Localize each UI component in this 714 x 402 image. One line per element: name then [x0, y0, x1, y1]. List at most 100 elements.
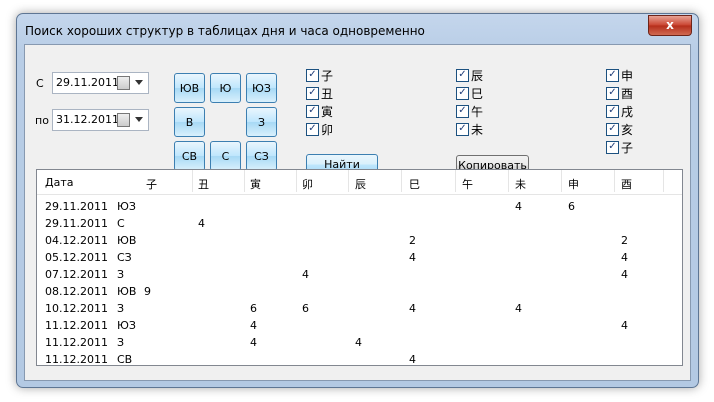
cell-date: 04.12.2011: [45, 234, 108, 247]
cell-value: 4: [621, 251, 628, 264]
column-separator[interactable]: [401, 170, 402, 192]
table-row[interactable]: 05.12.2011 СЗ 4 4: [37, 249, 682, 266]
cell-date: 29.11.2011: [45, 217, 108, 230]
checkbox-check-icon: ✓: [606, 123, 619, 136]
date-from-label: С: [36, 77, 44, 90]
column-header[interactable]: 酉: [621, 176, 632, 192]
cell-value: 4: [250, 319, 257, 332]
table-row[interactable]: 11.12.2011 СВ 4: [37, 351, 682, 366]
cell-direction: З: [117, 336, 125, 349]
column-separator[interactable]: [244, 170, 245, 192]
results-table[interactable]: Дата 子 丑 寅 卯 辰 巳 午 未 申 酉 29.11.2011 ЮЗ 4…: [36, 169, 683, 366]
checkbox-wei[interactable]: ✓ 未: [456, 123, 483, 138]
checkbox-chen[interactable]: ✓ 辰: [456, 69, 483, 84]
column-header[interactable]: 卯: [302, 176, 313, 192]
cell-direction: СЗ: [117, 251, 132, 264]
checkbox-mao[interactable]: ✓ 卯: [306, 123, 333, 138]
checkbox-zi-2[interactable]: ✓ 子: [606, 141, 633, 156]
column-header[interactable]: 寅: [250, 176, 261, 192]
direction-button-yuz[interactable]: ЮЗ: [246, 73, 277, 103]
checkbox-label: 申: [621, 69, 634, 83]
main-window: Поиск хороших структур в таблицах дня и …: [16, 13, 699, 388]
column-header[interactable]: 巳: [409, 176, 420, 192]
column-separator[interactable]: [508, 170, 509, 192]
cell-direction: З: [117, 268, 125, 281]
checkbox-label: 亥: [621, 123, 634, 137]
checkbox-zi-1[interactable]: ✓ 子: [306, 69, 334, 84]
checkbox-shen[interactable]: ✓ 申: [606, 69, 634, 84]
column-header[interactable]: 未: [515, 176, 526, 192]
checkbox-check-icon: ✓: [456, 69, 469, 82]
table-row[interactable]: 11.12.2011 ЮЗ 4 4: [37, 317, 682, 334]
column-header[interactable]: 午: [462, 176, 473, 192]
cell-value: 4: [198, 217, 205, 230]
direction-button-s[interactable]: С: [210, 141, 241, 171]
dropdown-arrow-icon: [135, 117, 143, 122]
cell-value: 4: [621, 319, 628, 332]
date-to-value: 31.12.2011: [56, 113, 119, 126]
checkbox-you[interactable]: ✓ 酉: [606, 87, 633, 102]
table-row[interactable]: 04.12.2011 ЮВ 2 2: [37, 232, 682, 249]
cell-direction: ЮЗ: [117, 319, 136, 332]
column-header-date[interactable]: Дата: [45, 176, 73, 189]
column-separator[interactable]: [296, 170, 297, 192]
checkbox-check-icon: ✓: [456, 123, 469, 136]
column-separator[interactable]: [192, 170, 193, 192]
column-separator[interactable]: [663, 170, 664, 192]
checkbox-hai[interactable]: ✓ 亥: [606, 123, 634, 138]
direction-button-yuv[interactable]: ЮВ: [174, 73, 205, 103]
direction-button-z[interactable]: З: [246, 107, 277, 137]
cell-value: 6: [302, 302, 309, 315]
checkbox-check-icon: ✓: [306, 123, 319, 136]
close-button[interactable]: x: [648, 15, 692, 36]
cell-value: 9: [144, 285, 151, 298]
checkbox-xu[interactable]: ✓ 戌: [606, 105, 634, 120]
date-to-picker[interactable]: 31.12.2011: [52, 109, 149, 131]
table-row[interactable]: 11.12.2011 З 4 4: [37, 334, 682, 351]
date-from-picker[interactable]: 29.11.2011: [52, 72, 149, 94]
table-row[interactable]: 08.12.2011 ЮВ 9: [37, 283, 682, 300]
checkbox-label: 巳: [471, 87, 484, 101]
table-row[interactable]: 10.12.2011 З 6 6 4 4: [37, 300, 682, 317]
direction-button-sz[interactable]: СЗ: [246, 141, 277, 171]
checkbox-label: 丑: [321, 87, 334, 101]
direction-button-yu[interactable]: Ю: [210, 73, 241, 103]
column-header[interactable]: 丑: [198, 176, 209, 192]
window-title: Поиск хороших структур в таблицах дня и …: [25, 24, 425, 38]
checkbox-check-icon: ✓: [306, 105, 319, 118]
cell-direction: СВ: [117, 353, 133, 366]
column-separator[interactable]: [561, 170, 562, 192]
cell-direction: ЮВ: [117, 234, 137, 247]
checkbox-label: 子: [321, 69, 334, 83]
column-separator[interactable]: [348, 170, 349, 192]
date-to-label: по: [35, 114, 49, 127]
column-header[interactable]: 申: [568, 176, 579, 192]
cell-date: 11.12.2011: [45, 336, 108, 349]
cell-value: 6: [568, 200, 575, 213]
checkbox-wu[interactable]: ✓ 午: [456, 105, 483, 120]
cell-value: 2: [409, 234, 416, 247]
column-separator[interactable]: [614, 170, 615, 192]
cell-date: 05.12.2011: [45, 251, 108, 264]
checkbox-check-icon: ✓: [306, 87, 319, 100]
checkbox-yin[interactable]: ✓ 寅: [306, 105, 333, 120]
table-row[interactable]: 29.11.2011 С 4: [37, 215, 682, 232]
direction-button-sv[interactable]: СВ: [174, 141, 205, 171]
cell-value: 4: [409, 251, 416, 264]
checkbox-label: 戌: [621, 105, 634, 119]
checkbox-chou-1[interactable]: ✓ 丑: [306, 87, 334, 102]
cell-date: 10.12.2011: [45, 302, 108, 315]
calendar-icon: [117, 76, 130, 90]
column-header[interactable]: 辰: [355, 176, 366, 192]
checkbox-check-icon: ✓: [306, 69, 319, 82]
cell-value: 4: [515, 302, 522, 315]
cell-value: 4: [515, 200, 522, 213]
column-header[interactable]: 子: [146, 176, 157, 192]
cell-value: 4: [302, 268, 309, 281]
direction-button-v[interactable]: В: [174, 107, 205, 137]
date-from-value: 29.11.2011: [56, 76, 119, 89]
table-row[interactable]: 29.11.2011 ЮЗ 4 6: [37, 198, 682, 215]
checkbox-si[interactable]: ✓ 巳: [456, 87, 484, 102]
column-separator[interactable]: [455, 170, 456, 192]
table-row[interactable]: 07.12.2011 З 4 4: [37, 266, 682, 283]
